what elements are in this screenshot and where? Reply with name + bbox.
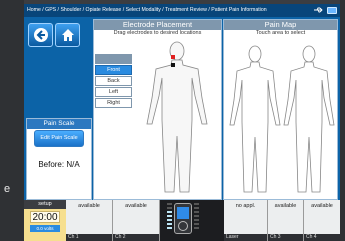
home-button[interactable] [55,23,80,47]
breadcrumb: Home / GPS / Shoulder / Opiate Release /… [24,4,340,17]
side-text: e [4,183,11,195]
view-tab-right[interactable]: Right [95,98,132,108]
channel-2[interactable]: available Ch 2 [113,200,160,241]
channel-3[interactable]: available Ch 3 [268,200,304,241]
channel-3-status: available [274,203,297,209]
treatment-time[interactable]: 20:00 [30,211,60,223]
channel-1-foot: Ch 1 [66,234,112,241]
home-icon [61,29,74,41]
view-tab-back[interactable]: Back [95,76,132,86]
right-level-bars [194,203,199,234]
device-indicator [160,200,224,241]
electrode-marker-red[interactable] [171,55,175,59]
view-tab-0[interactable]: Bl... [95,54,132,64]
electrode-marker-black[interactable] [171,63,175,67]
screen: e Home / GPS / Shoulder / Opiate Release… [0,0,345,241]
channel-1-status: available [78,203,100,209]
view-tab-left[interactable]: Left [95,87,132,97]
electrode-placement-title: Electrode Placement [94,20,221,30]
volts-readout: 0.0 volts [30,225,60,232]
edit-pain-scale-button[interactable]: Edit Pain Scale [34,130,84,147]
electrode-instruction: Drag electrodes to desired locations [113,30,202,36]
device-screen [177,207,189,219]
back-arrow-icon [33,28,48,42]
channel-4[interactable]: available Ch 4 [304,200,340,241]
channel-4-foot: Ch 4 [304,234,340,241]
view-tabs: Bl... Front Back Left Right [95,54,133,109]
electrode-placement-panel: Electrode Placement Drag electrodes to d… [93,19,222,200]
usb-icon [314,7,323,13]
channel-4-status: available [311,203,333,209]
before-pain-value: Before: N/A [38,160,80,169]
channel-2-foot: Ch 2 [113,234,159,241]
left-level-bars [167,203,172,234]
battery-icon [327,7,337,14]
left-bezel [0,0,24,241]
right-bezel [340,0,345,241]
body-front-figure[interactable] [136,38,218,198]
pain-map-figures[interactable] [228,42,335,198]
pain-map-panel: Pain Map Touch area to select [223,19,338,200]
channel-laser-foot: Laser [224,234,267,241]
pain-map-instruction: Touch area to select [255,30,306,36]
device-dial-icon [178,221,188,231]
main-ui: Home / GPS / Shoulder / Opiate Release /… [24,4,340,200]
pain-scale-title: Pain Scale [27,119,91,129]
pain-map-title: Pain Map [224,20,337,30]
pain-scale-panel: Pain Scale Edit Pain Scale Before: N/A [26,118,92,200]
setup-channel[interactable]: setup 20:00 0.0 volts [24,200,66,241]
channel-laser[interactable]: no appl. Laser [224,200,268,241]
channel-1[interactable]: available Ch 1 [66,200,113,241]
setup-label: setup [24,200,66,209]
channel-2-status: available [125,203,147,209]
back-button[interactable] [28,23,53,47]
view-tab-front[interactable]: Front [95,65,132,75]
channel-laser-status: no appl. [235,203,256,209]
channel-bar: setup 20:00 0.0 volts available Ch 1 ava… [24,200,340,241]
channel-3-foot: Ch 3 [268,234,303,241]
